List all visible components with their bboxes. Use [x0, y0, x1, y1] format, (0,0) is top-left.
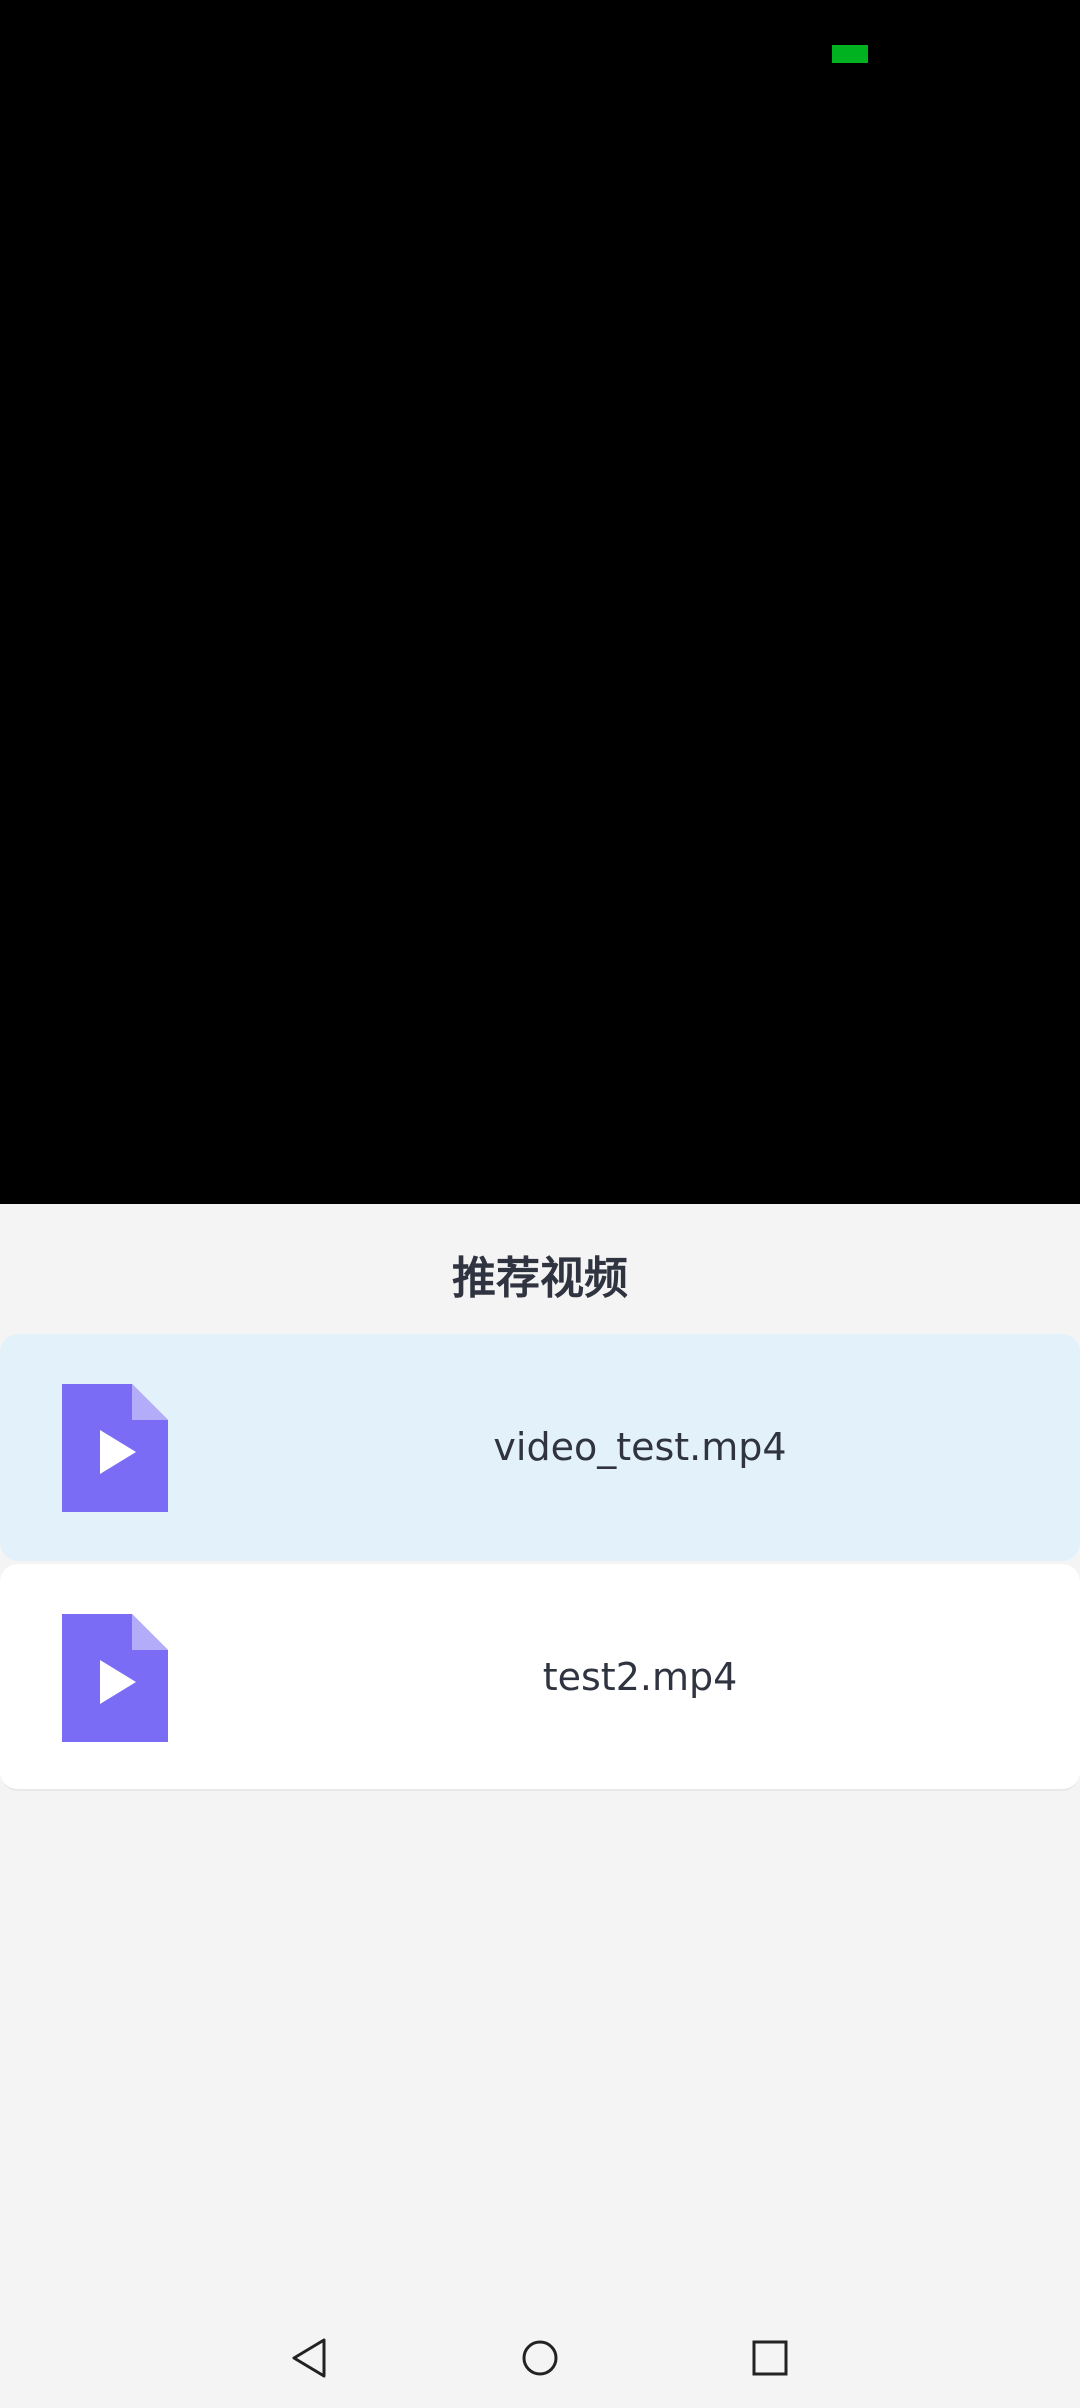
home-icon[interactable] — [510, 2328, 570, 2388]
video-file-icon — [62, 1384, 168, 1512]
video-list-item[interactable]: test2.mp4 — [0, 1564, 1080, 1791]
video-list: video_test.mp4 test2.mp4 — [0, 1334, 1080, 1794]
section-title: 推荐视频 — [452, 1253, 628, 1304]
video-item-label: video_test.mp4 — [493, 1425, 787, 1469]
recents-icon[interactable] — [740, 2328, 800, 2388]
video-player[interactable] — [0, 0, 1080, 1204]
back-icon[interactable] — [280, 2328, 340, 2388]
video-item-label: test2.mp4 — [542, 1655, 738, 1699]
status-indicator — [832, 45, 868, 63]
video-file-icon — [62, 1614, 168, 1742]
video-list-item[interactable]: video_test.mp4 — [0, 1334, 1080, 1561]
navigation-bar — [0, 2310, 1080, 2408]
